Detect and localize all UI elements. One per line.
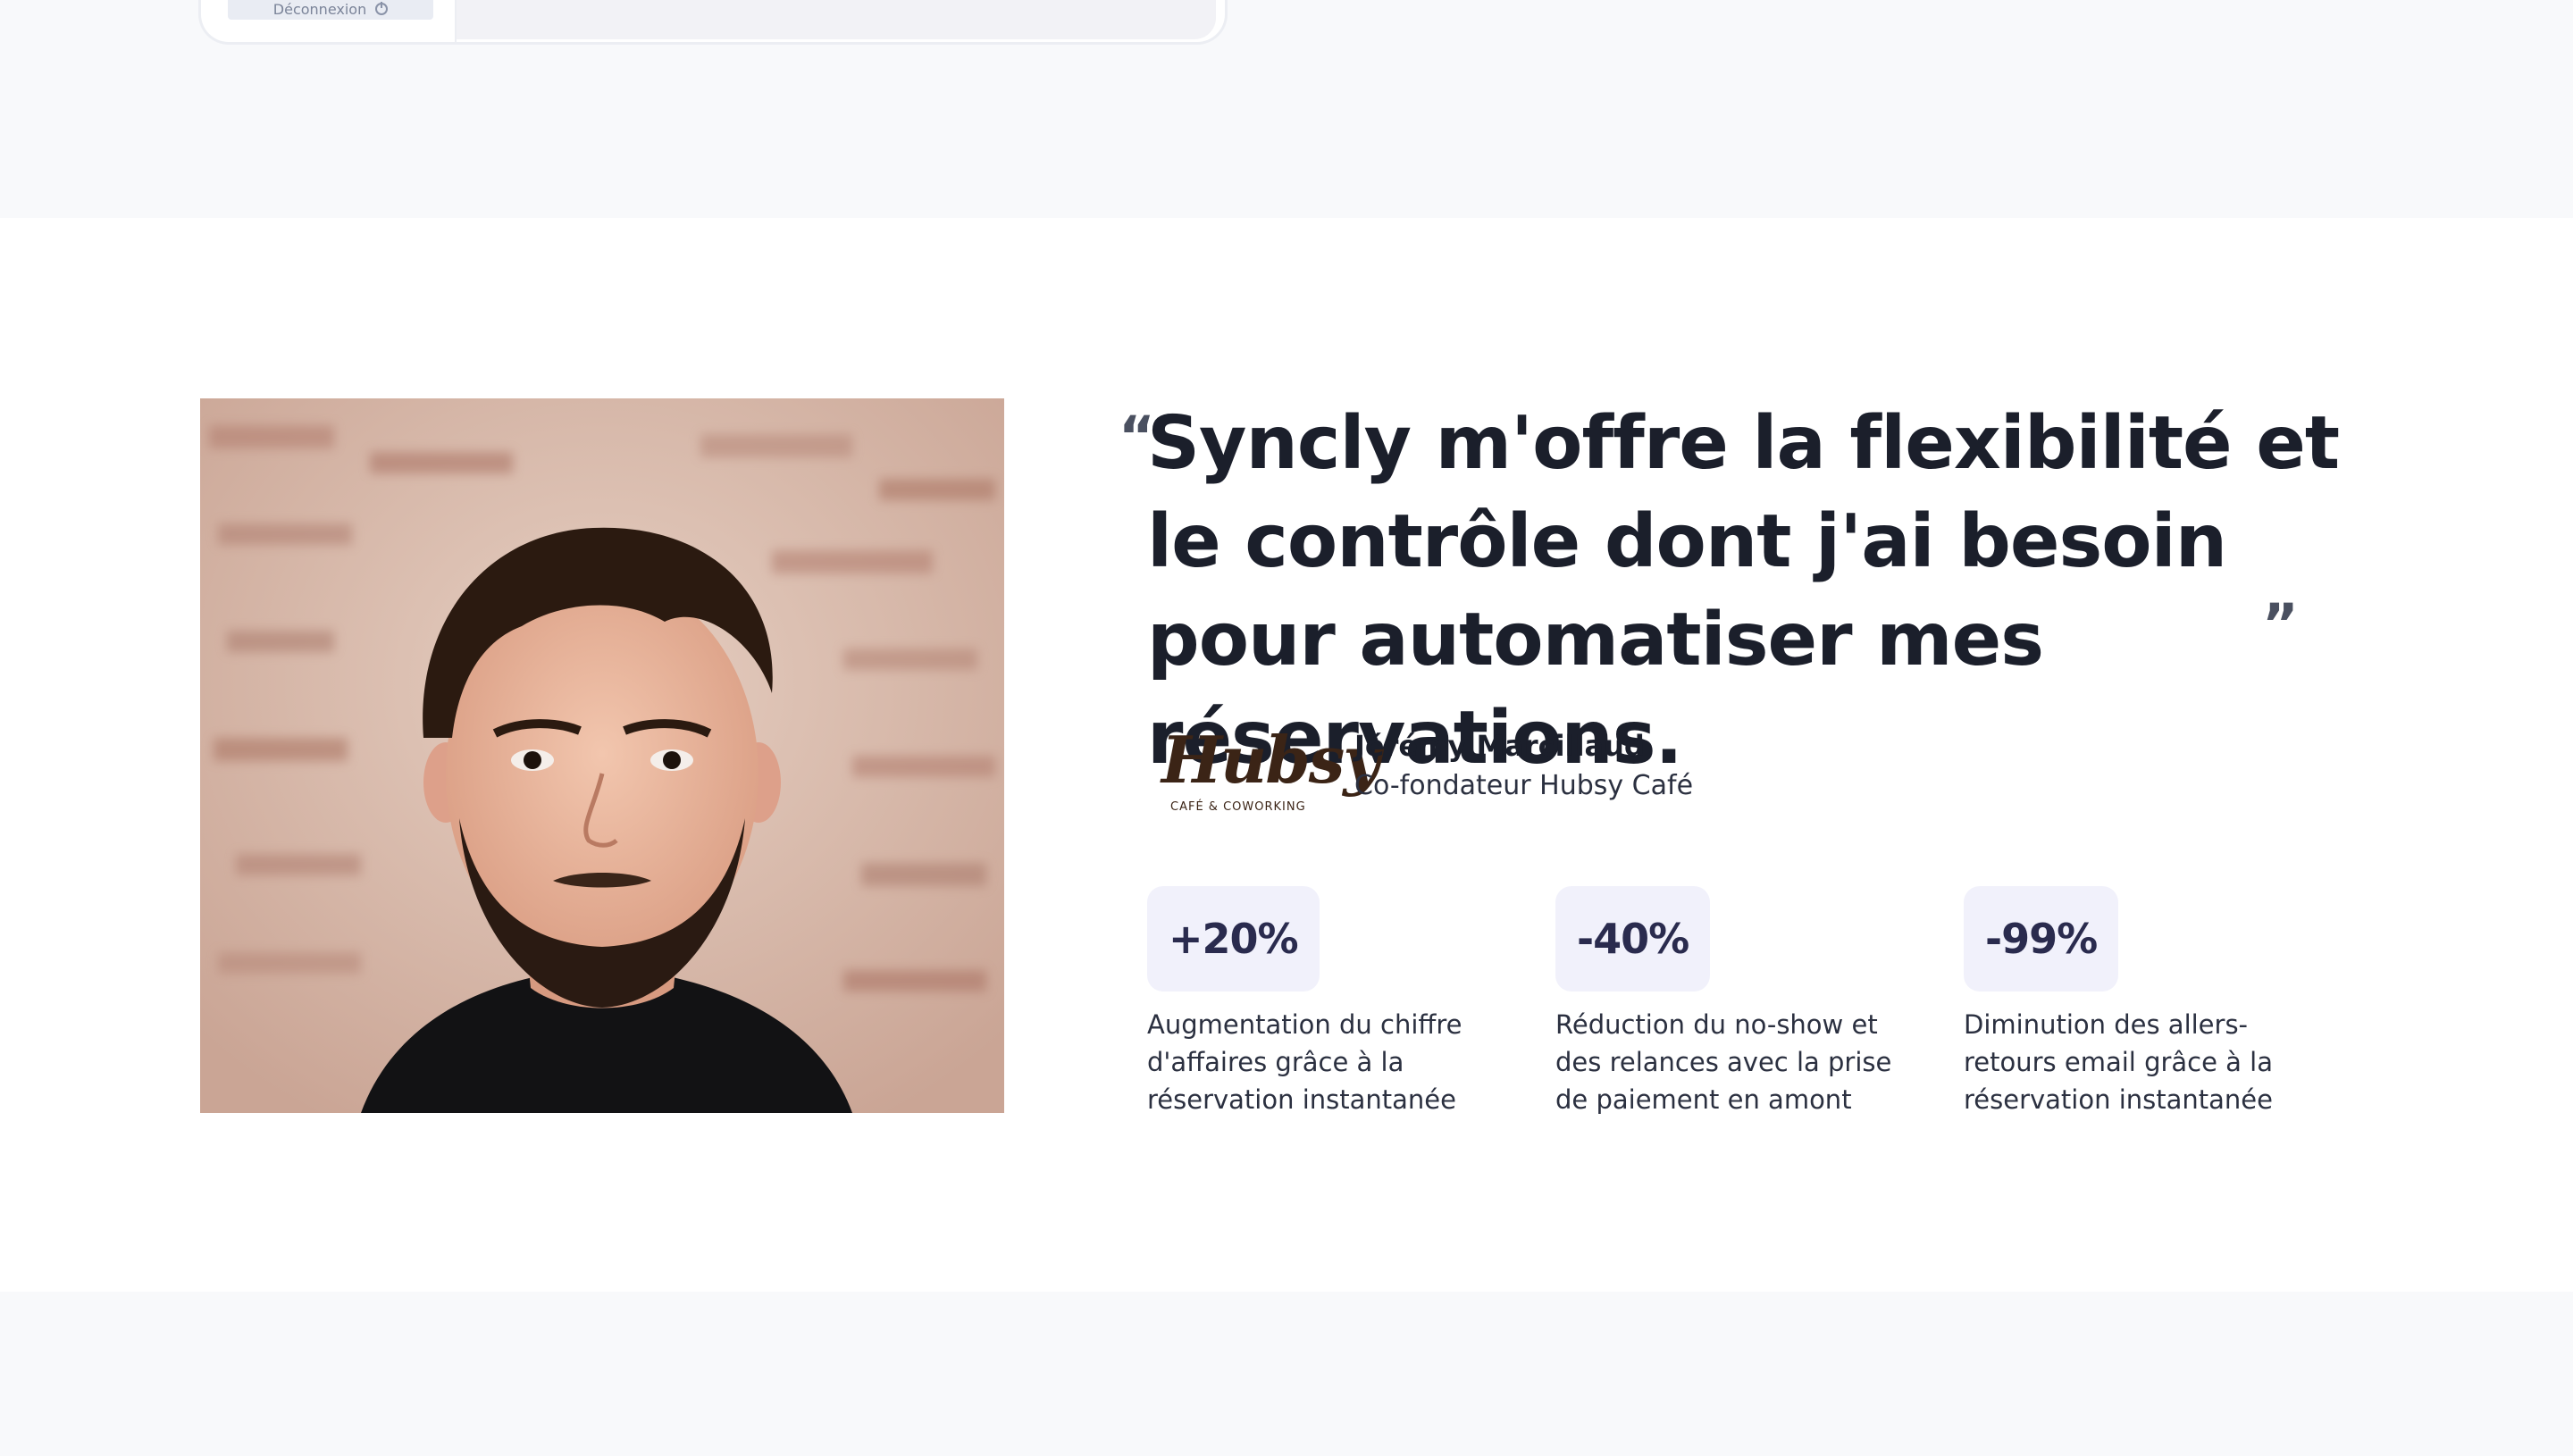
testimonial-section: “ Syncly m'offre la flexibilité et le co… (0, 218, 2573, 1292)
mockup-content-panel (457, 0, 1216, 39)
stat-description: Augmentation du chiffre d'affaires grâce… (1147, 1009, 1463, 1115)
author-portrait-image (200, 398, 1004, 1113)
stat-description: Diminution des allers-retours email grâc… (1964, 1009, 2273, 1115)
author-name: Jérémy Marcillaud (1354, 729, 1645, 763)
company-logo-wordmark: Hubsy (1161, 722, 1380, 798)
app-mockup-preview: Déconnexion (198, 0, 1228, 45)
close-quote-mark: ” (2262, 591, 2299, 657)
stat-card: -40% Réduction du no-show et des relance… (1555, 886, 1913, 1118)
power-icon (375, 2, 389, 15)
stat-value: -40% (1555, 886, 1711, 992)
company-logo-tagline: CAFÉ & COWORKING (1170, 800, 1306, 814)
stat-card: +20% Augmentation du chiffre d'affaires … (1147, 886, 1504, 1118)
logout-button[interactable]: Déconnexion (228, 0, 433, 20)
author-role: Co-fondateur Hubsy Café (1354, 770, 1694, 801)
stat-value: -99% (1964, 886, 2119, 992)
author-photo (200, 398, 1004, 1113)
stat-card: -99% Diminution des allers-retours email… (1964, 886, 2321, 1118)
stat-value: +20% (1147, 886, 1320, 992)
stat-description: Réduction du no-show et des relances ave… (1555, 1009, 1892, 1115)
company-logo: Hubsy CAFÉ & COWORKING (1161, 722, 1380, 825)
logout-label: Déconnexion (272, 0, 367, 18)
